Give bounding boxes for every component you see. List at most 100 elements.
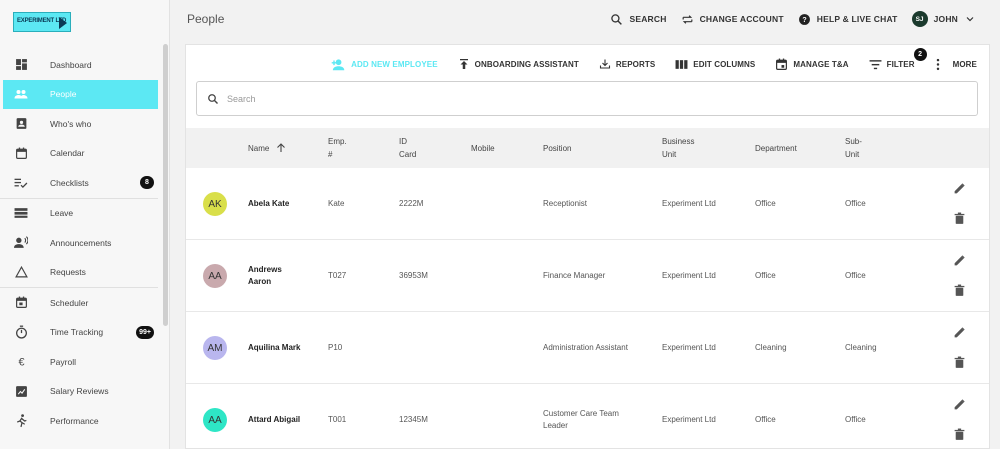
sidebar-item-dashboard[interactable]: Dashboard bbox=[0, 50, 170, 80]
sidebar-item-scheduler[interactable]: Scheduler bbox=[0, 288, 170, 318]
cell-department: Office bbox=[755, 199, 776, 208]
column-mobile-header[interactable]: Mobile bbox=[471, 128, 495, 168]
sidebar-item-leave[interactable]: Leave bbox=[0, 199, 170, 229]
dashboard-icon bbox=[14, 58, 28, 72]
column-name-header[interactable]: Name bbox=[248, 128, 287, 168]
column-department-header[interactable]: Department bbox=[755, 128, 797, 168]
add-new-employee-button[interactable]: ADD NEW EMPLOYEE bbox=[330, 58, 438, 71]
add-new-employee-label: ADD NEW EMPLOYEE bbox=[351, 59, 438, 69]
columns-icon bbox=[675, 59, 688, 69]
sidebar-item-announcements[interactable]: Announcements bbox=[0, 228, 170, 258]
sidebar-item-people[interactable]: People bbox=[3, 79, 158, 109]
company-logo[interactable]: EXPERIMENT LTD bbox=[13, 12, 71, 32]
manage-ta-button[interactable]: MANAGE T&A bbox=[775, 58, 848, 71]
table-header: Name Emp. # ID Card Mobile Position Busi… bbox=[186, 128, 989, 168]
search-input[interactable] bbox=[227, 93, 927, 104]
sidebar-item-performance[interactable]: Performance bbox=[0, 406, 170, 436]
cell-position: Administration Assistant bbox=[543, 343, 628, 352]
delete-trash-icon[interactable] bbox=[953, 356, 967, 370]
sidebar-item-salary-reviews[interactable]: Salary Reviews bbox=[0, 377, 170, 407]
people-search[interactable] bbox=[196, 81, 978, 116]
sidebar-item-time-tracking[interactable]: Time Tracking 99+ bbox=[0, 318, 170, 348]
cell-department: Office bbox=[755, 271, 776, 280]
svg-text:€: € bbox=[18, 357, 24, 369]
stopwatch-icon bbox=[14, 325, 28, 339]
user-menu[interactable]: SJ JOHN bbox=[911, 11, 976, 27]
calendar-event-icon bbox=[776, 58, 788, 70]
delete-trash-icon[interactable] bbox=[953, 212, 967, 226]
sidebar-item-label: Who's who bbox=[50, 118, 92, 129]
sidebar-item-badge: 8 bbox=[140, 176, 154, 189]
manage-ta-label: MANAGE T&A bbox=[793, 59, 849, 69]
employee-avatar: AA bbox=[203, 264, 227, 288]
cell-sub-unit: Cleaning bbox=[845, 343, 877, 352]
column-id-card-header[interactable]: ID Card bbox=[399, 128, 416, 168]
edit-pencil-icon[interactable] bbox=[953, 326, 967, 340]
cell-position: Customer Care Team Leader bbox=[543, 409, 619, 430]
filter-button[interactable]: FILTER 2 bbox=[869, 47, 927, 70]
employee-avatar: AK bbox=[203, 192, 227, 216]
people-card: ADD NEW EMPLOYEE ONBOARDING ASSISTANT RE… bbox=[185, 44, 990, 449]
add-person-icon bbox=[331, 58, 345, 70]
table-row[interactable]: AA Attard Abigail T001 12345M Customer Care … bbox=[186, 384, 989, 449]
cell-name: Abela Kate bbox=[248, 199, 290, 208]
onboarding-assistant-button[interactable]: ONBOARDING ASSISTANT bbox=[458, 58, 579, 70]
top-actions: SEARCH CHANGE ACCOUNT ? HELP & LIVE CHAT… bbox=[596, 10, 976, 28]
column-position-header[interactable]: Position bbox=[543, 128, 571, 168]
cell-position: Finance Manager bbox=[543, 271, 606, 280]
sidebar-item-payroll[interactable]: € Payroll bbox=[0, 347, 170, 377]
page-title: People bbox=[187, 12, 225, 26]
sidebar-item-calendar[interactable]: Calendar bbox=[0, 139, 170, 169]
sidebar-item-who-s-who[interactable]: Who's who bbox=[0, 109, 170, 139]
search-icon bbox=[611, 13, 623, 25]
salary-review-icon bbox=[14, 384, 28, 398]
chevron-down-icon bbox=[966, 17, 974, 22]
logo-arrow-icon bbox=[59, 17, 67, 29]
row-actions bbox=[953, 254, 967, 298]
edit-columns-button[interactable]: EDIT COLUMNS bbox=[675, 59, 755, 70]
sidebar-item-requests[interactable]: Requests bbox=[0, 258, 170, 288]
cell-name: Andrews Aaron bbox=[248, 265, 282, 286]
euro-icon: € bbox=[14, 355, 28, 369]
table-row[interactable]: AM Aquilina Mark P10 Administration Assista… bbox=[186, 312, 989, 384]
edit-pencil-icon[interactable] bbox=[953, 254, 967, 268]
row-actions bbox=[953, 326, 967, 370]
table-row[interactable]: AK Abela Kate Kate 2222M Receptionist Experim… bbox=[186, 168, 989, 240]
cell-department: Cleaning bbox=[755, 343, 787, 352]
sidebar-nav: Dashboard People Who's who Calendar Checklis… bbox=[0, 50, 170, 436]
cell-sub-unit: Office bbox=[845, 271, 866, 280]
column-sub-unit-header[interactable]: Sub- Unit bbox=[845, 128, 862, 168]
help-icon: ? bbox=[798, 13, 810, 25]
edit-pencil-icon[interactable] bbox=[953, 182, 967, 196]
sidebar-item-badge: 99+ bbox=[136, 325, 154, 339]
column-business-unit-header[interactable]: Business Unit bbox=[662, 128, 694, 168]
help-live-chat-button[interactable]: ? HELP & LIVE CHAT bbox=[798, 13, 898, 26]
sidebar: EXPERIMENT LTD Dashboard People Who's who C… bbox=[0, 0, 170, 449]
change-account-label: CHANGE ACCOUNT bbox=[699, 14, 784, 24]
cell-emp-no: T027 bbox=[328, 271, 347, 280]
column-name-label: Name bbox=[248, 143, 270, 153]
sidebar-item-label: Calendar bbox=[50, 148, 85, 159]
delete-trash-icon[interactable] bbox=[953, 284, 967, 298]
cell-business-unit: Experiment Ltd bbox=[662, 199, 716, 208]
table-row[interactable]: AA Andrews Aaron T027 36953M Finance Manager… bbox=[186, 240, 989, 312]
cell-business-unit: Experiment Ltd bbox=[662, 271, 716, 280]
column-emp-no-header[interactable]: Emp. # bbox=[328, 128, 347, 168]
sidebar-item-checklists[interactable]: Checklists 8 bbox=[0, 168, 170, 198]
edit-columns-label: EDIT COLUMNS bbox=[693, 59, 756, 69]
contact-card-icon bbox=[14, 117, 28, 131]
reports-button[interactable]: REPORTS bbox=[599, 58, 655, 70]
runner-icon bbox=[14, 413, 28, 428]
sidebar-item-label: Requests bbox=[50, 267, 86, 278]
reports-label: REPORTS bbox=[615, 59, 656, 69]
sort-arrow-up-icon[interactable] bbox=[275, 142, 287, 154]
edit-pencil-icon[interactable] bbox=[953, 398, 967, 412]
sidebar-scrollbar[interactable] bbox=[163, 44, 168, 326]
delete-trash-icon[interactable] bbox=[953, 428, 967, 442]
upload-icon bbox=[459, 59, 468, 69]
filter-label: FILTER bbox=[886, 59, 915, 69]
cell-id-card: 2222M bbox=[399, 199, 424, 208]
change-account-button[interactable]: CHANGE ACCOUNT bbox=[681, 13, 784, 26]
more-button[interactable]: MORE bbox=[935, 58, 977, 71]
header-search-button[interactable]: SEARCH bbox=[610, 13, 666, 26]
